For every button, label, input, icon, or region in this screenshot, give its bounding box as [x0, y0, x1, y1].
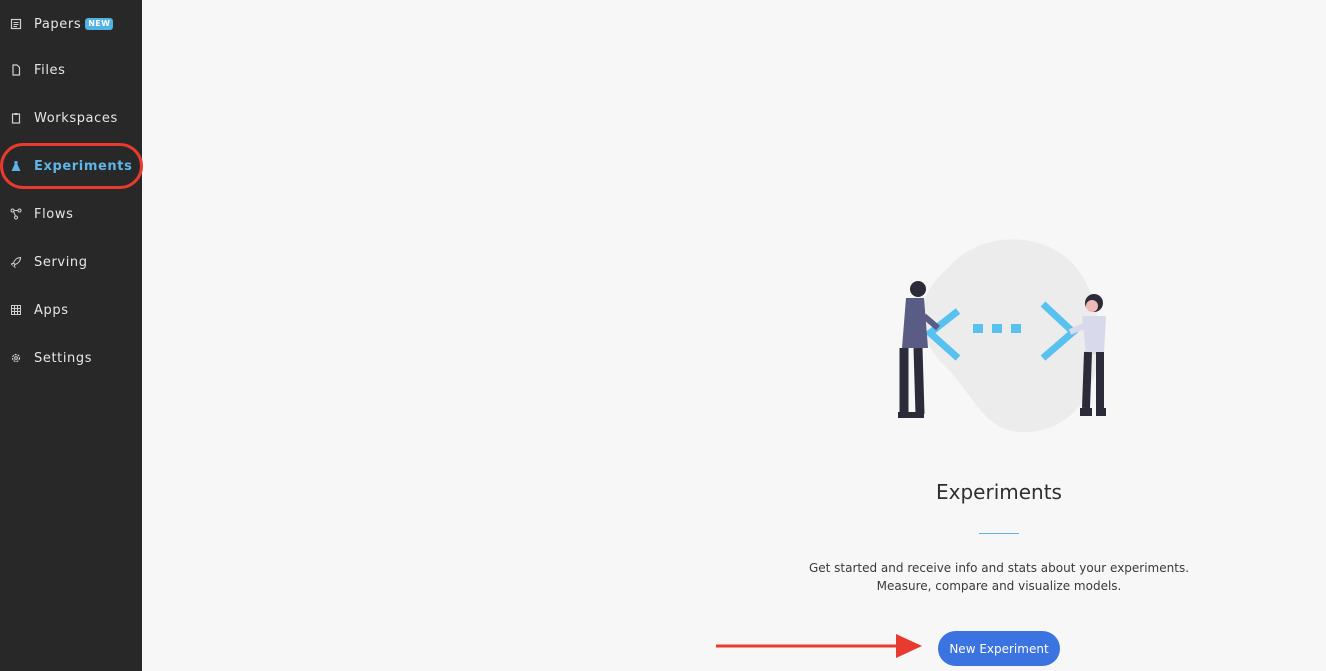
sidebar-item-label: Apps: [34, 302, 69, 318]
experiments-illustration: [898, 239, 1106, 433]
sidebar-item-papers[interactable]: Papers NEW: [0, 0, 142, 48]
flow-icon: [9, 207, 23, 221]
new-badge: NEW: [85, 18, 114, 30]
page-title: Experiments: [936, 480, 1062, 504]
sidebar-item-label: Flows: [34, 206, 74, 222]
sidebar-item-label: Settings: [34, 350, 93, 366]
rocket-icon: [9, 255, 23, 269]
sidebar-item-label: Files: [34, 62, 66, 78]
sidebar-item-serving[interactable]: Serving: [0, 238, 142, 286]
flask-icon: [9, 159, 23, 173]
sidebar-item-settings[interactable]: Settings: [0, 334, 142, 382]
empty-state-description: Get started and receive info and stats a…: [800, 559, 1198, 595]
sidebar-item-label: Workspaces: [34, 110, 118, 126]
sidebar-item-files[interactable]: Files: [0, 46, 142, 94]
papers-icon: [9, 17, 23, 31]
annotation-arrow-icon: [716, 634, 922, 658]
sidebar-item-apps[interactable]: Apps: [0, 286, 142, 334]
sidebar: Papers NEW Files Workspaces Experiments …: [0, 0, 142, 671]
sidebar-item-label: Papers: [34, 16, 82, 32]
sidebar-item-label: Experiments: [34, 158, 133, 174]
sidebar-item-experiments[interactable]: Experiments: [0, 142, 142, 190]
description-line-1: Get started and receive info and stats a…: [808, 561, 1190, 575]
file-icon: [9, 63, 23, 77]
new-experiment-button[interactable]: New Experiment: [938, 631, 1060, 666]
gear-icon: [9, 351, 23, 365]
title-divider: [979, 533, 1019, 534]
description-line-2: Measure, compare and visualize models.: [876, 579, 1122, 593]
grid-icon: [9, 303, 23, 317]
sidebar-item-workspaces[interactable]: Workspaces: [0, 94, 142, 142]
sidebar-item-label: Serving: [34, 254, 88, 270]
sidebar-item-flows[interactable]: Flows: [0, 190, 142, 238]
clipboard-icon: [9, 111, 23, 125]
